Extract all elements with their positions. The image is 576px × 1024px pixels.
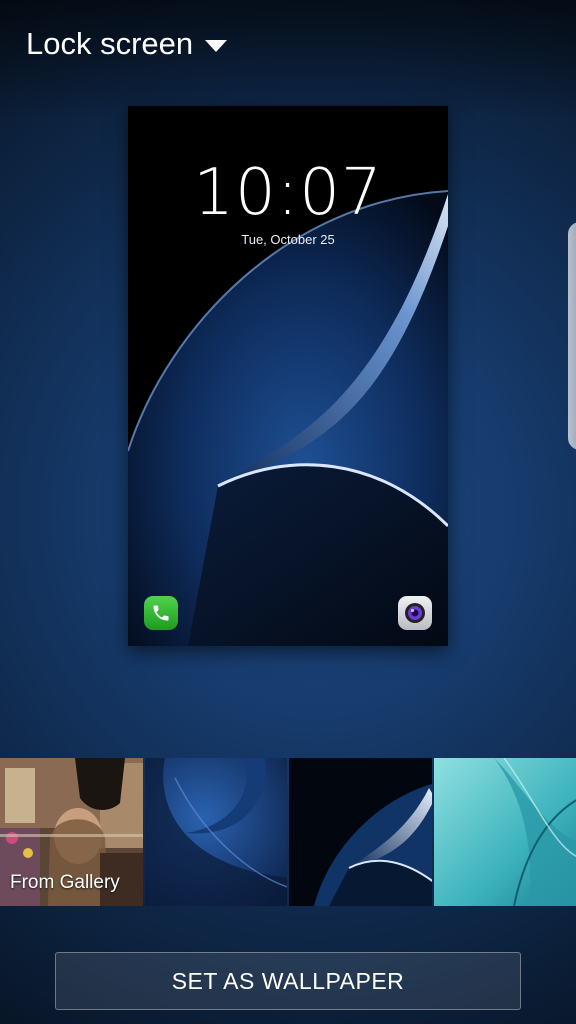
wallpaper-thumbnail-3-image	[289, 758, 432, 906]
preview-date: Tue, October 25	[241, 232, 335, 247]
wallpaper-thumbnail-4-image	[433, 758, 576, 906]
next-preview-peek[interactable]	[568, 222, 576, 450]
camera-icon	[398, 596, 432, 630]
set-as-wallpaper-button[interactable]: SET AS WALLPAPER	[55, 952, 521, 1010]
screen-selector-dropdown[interactable]: Lock screen	[26, 26, 228, 62]
wallpaper-thumbnail-3[interactable]	[289, 758, 432, 906]
preview-clock: 10:07	[193, 156, 383, 230]
phone-icon	[144, 596, 178, 630]
thumbnail-from-gallery[interactable]: From Gallery	[0, 758, 143, 906]
caret-down-icon	[205, 40, 228, 52]
lock-screen-preview[interactable]: 10:07 Tue, October 25	[128, 106, 448, 646]
screen-selector-label: Lock screen	[26, 26, 194, 61]
wallpaper-thumbnail-2[interactable]	[144, 758, 287, 906]
wallpaper-thumbnail-strip: From Gallery	[0, 758, 576, 906]
wallpaper-thumbnail-2-image	[144, 758, 287, 906]
wallpaper-thumbnail-4[interactable]	[433, 758, 576, 906]
from-gallery-label: From Gallery	[10, 872, 120, 893]
